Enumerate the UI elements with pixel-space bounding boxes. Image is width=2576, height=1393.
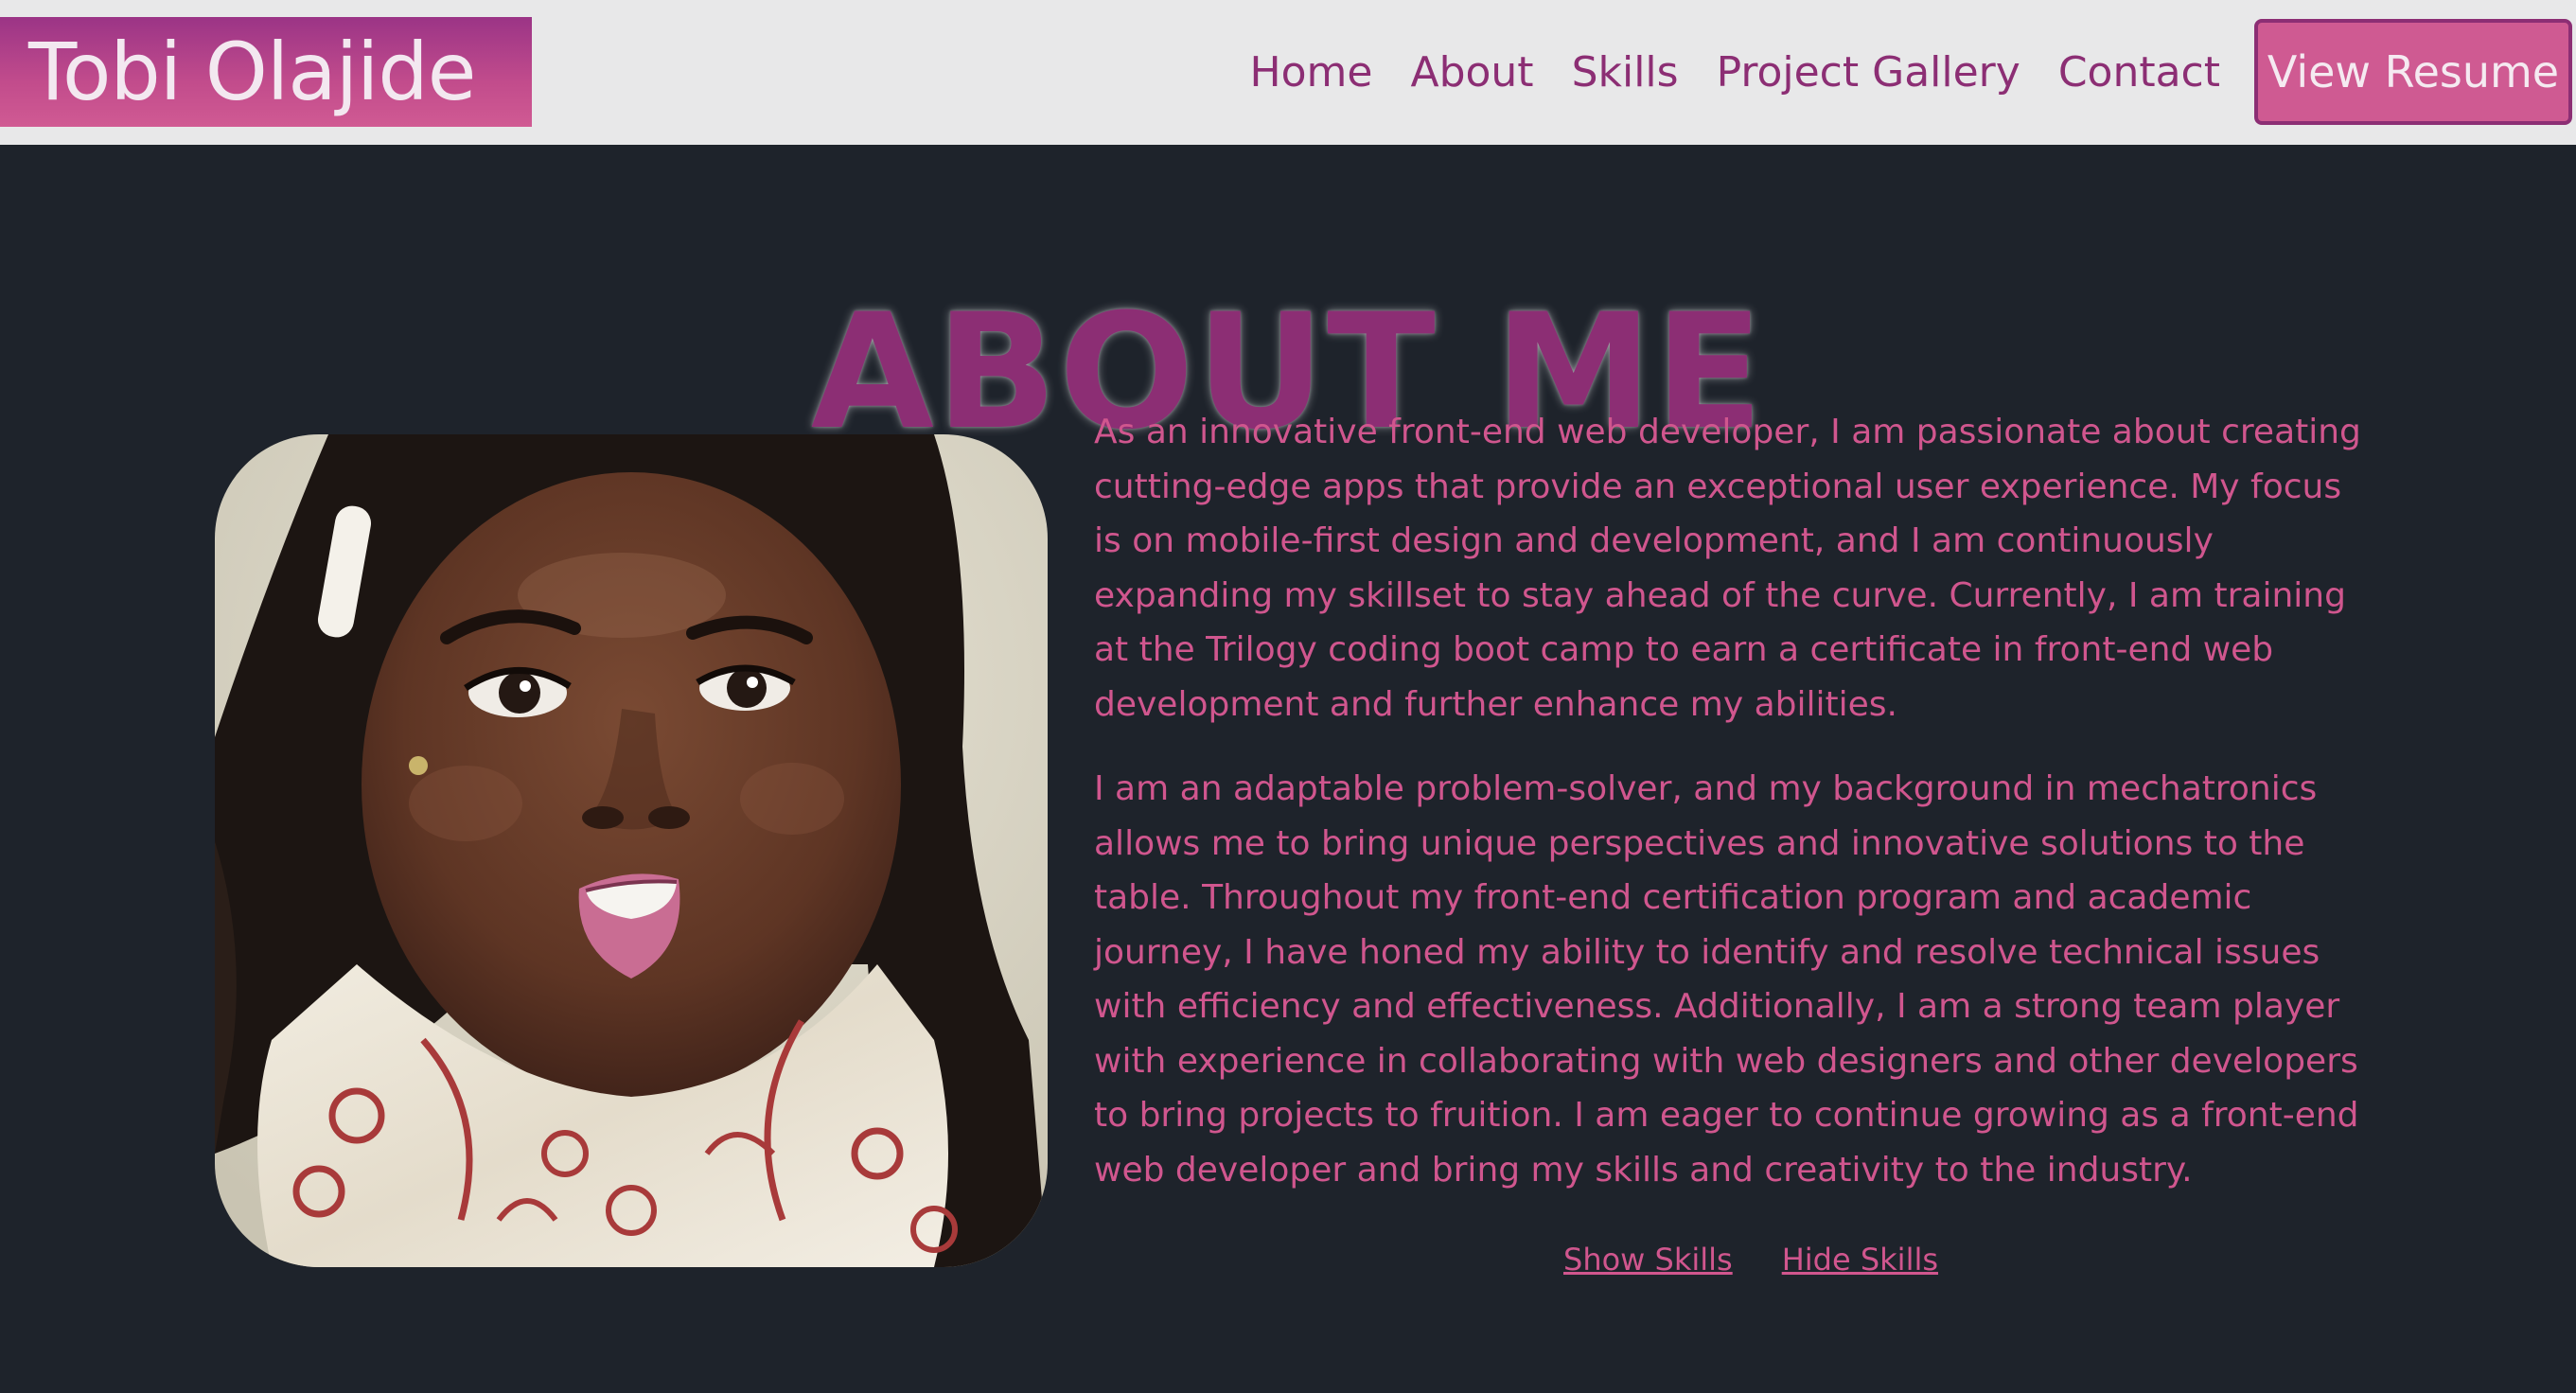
bio-paragraph-1: As an innovative front-end web developer…: [1094, 413, 2361, 724]
hide-skills-link[interactable]: Hide Skills: [1782, 1242, 1938, 1278]
about-bio: As an innovative front-end web developer…: [1094, 405, 2362, 1227]
nav-contact[interactable]: Contact: [2039, 48, 2239, 97]
nav-home[interactable]: Home: [1231, 48, 1392, 97]
nav-project-gallery[interactable]: Project Gallery: [1698, 48, 2039, 97]
bio-paragraph-2: I am an adaptable problem-solver, and my…: [1094, 769, 2359, 1190]
nav-skills[interactable]: Skills: [1553, 48, 1698, 97]
navbar: Tobi Olajide Home About Skills Project G…: [0, 0, 2576, 145]
profile-photo: [215, 434, 1048, 1267]
nav-links: Home About Skills Project Gallery Contac…: [1231, 0, 2239, 145]
nav-about[interactable]: About: [1391, 48, 1552, 97]
brand-logo[interactable]: Tobi Olajide: [0, 17, 532, 127]
skills-toggle-links: Show Skills Hide Skills: [1563, 1242, 1938, 1278]
view-resume-button[interactable]: View Resume: [2254, 19, 2572, 125]
show-skills-link[interactable]: Show Skills: [1563, 1242, 1733, 1278]
